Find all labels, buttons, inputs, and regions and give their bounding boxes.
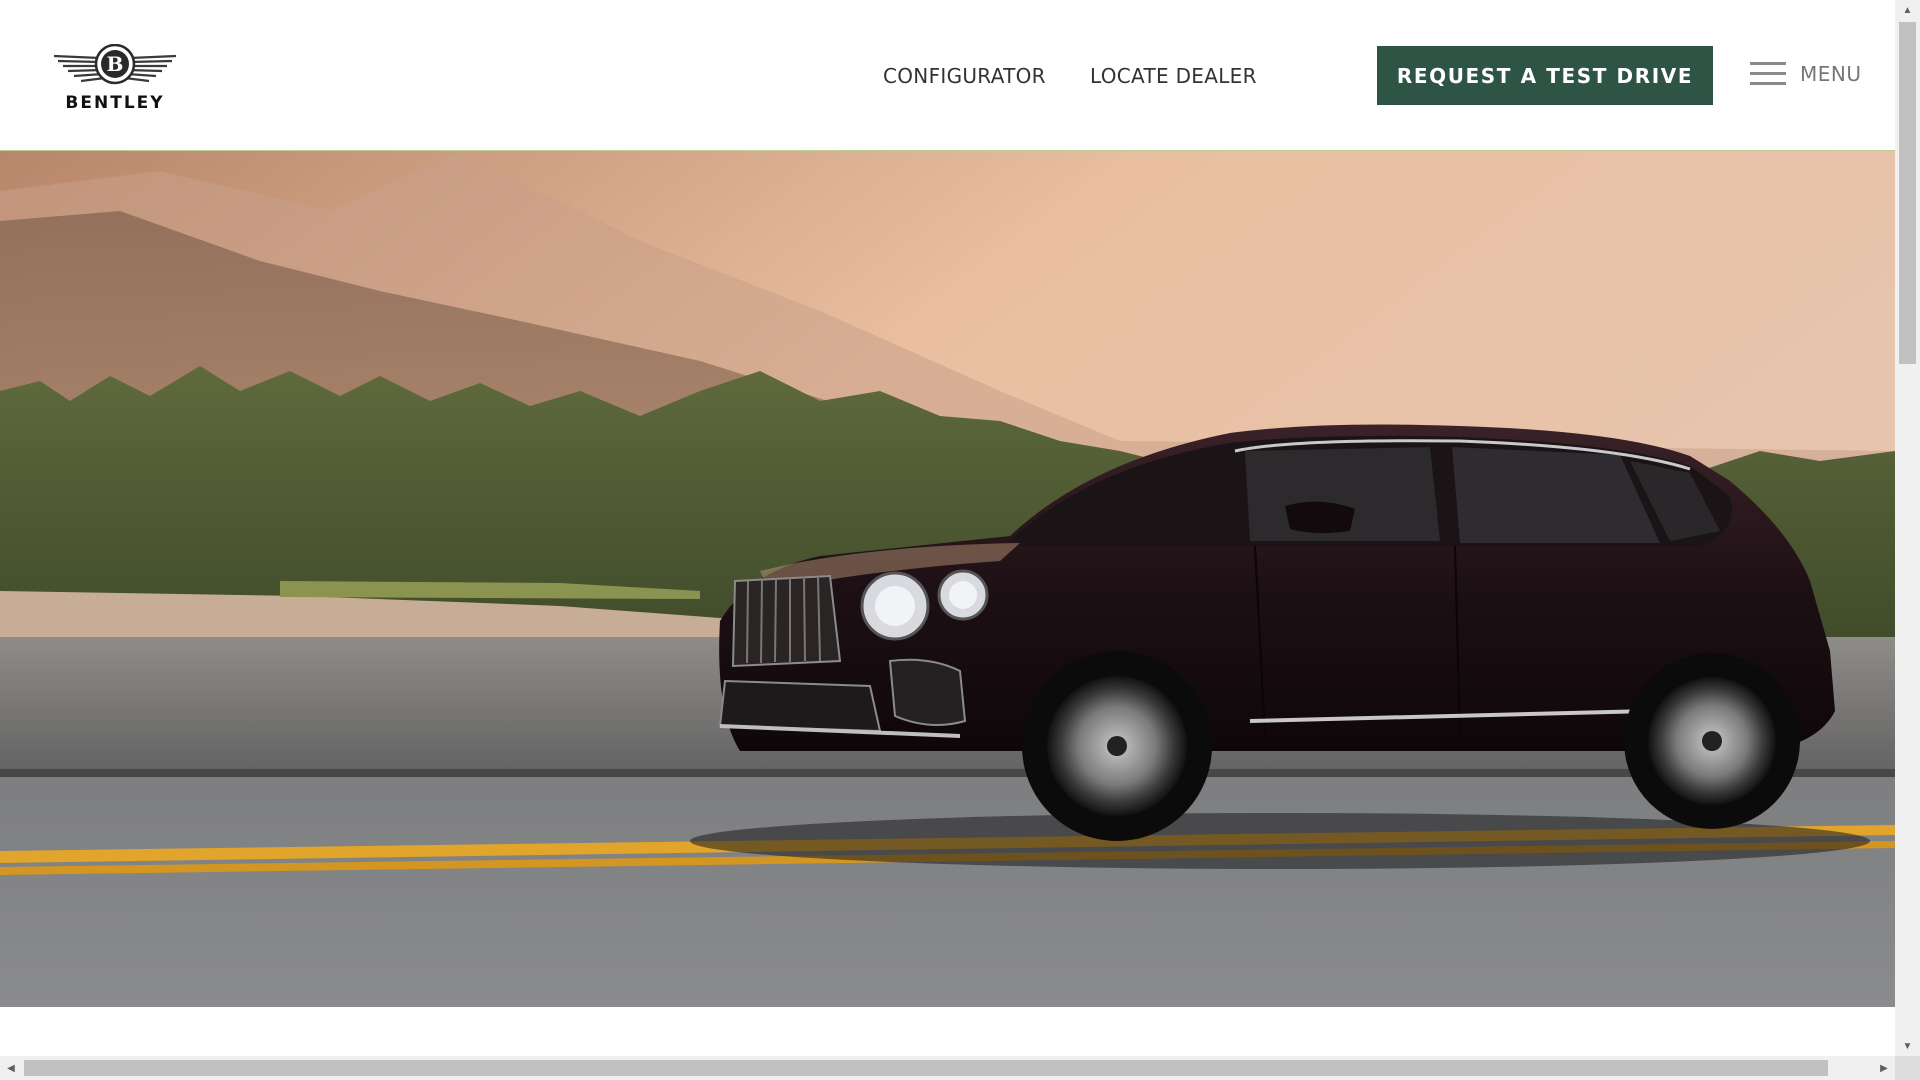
menu-label: MENU	[1800, 62, 1862, 86]
nav-locate-dealer-link[interactable]: LOCATE DEALER	[1090, 64, 1257, 88]
scroll-down-arrow-icon[interactable]: ▼	[1895, 1036, 1920, 1056]
page-viewport: B BENTLEY CONFIGURATOR LOCATE DEALER REQ…	[0, 0, 1895, 1056]
hero-image	[0, 151, 1895, 1007]
brand-name: BENTLEY	[65, 93, 165, 113]
site-header: B BENTLEY CONFIGURATOR LOCATE DEALER REQ…	[0, 0, 1895, 151]
vertical-scroll-thumb[interactable]	[1899, 22, 1916, 364]
request-test-drive-button[interactable]: REQUEST A TEST DRIVE	[1377, 46, 1713, 105]
nav-configurator-link[interactable]: CONFIGURATOR	[883, 64, 1046, 88]
vertical-scrollbar[interactable]: ▲ ▼	[1895, 0, 1920, 1056]
scroll-right-arrow-icon[interactable]: ▶	[1873, 1056, 1895, 1080]
scroll-left-arrow-icon[interactable]: ◀	[0, 1056, 22, 1080]
request-test-drive-label: REQUEST A TEST DRIVE	[1396, 63, 1694, 88]
horizontal-scrollbar[interactable]: ◀ ▶	[0, 1056, 1895, 1080]
horizontal-scroll-thumb[interactable]	[24, 1060, 1828, 1076]
svg-text:B: B	[107, 52, 124, 76]
bentley-logo[interactable]: B BENTLEY	[50, 44, 180, 116]
menu-button[interactable]: MENU	[1750, 58, 1870, 90]
scrollbar-corner	[1895, 1056, 1920, 1080]
hero-car-illustration	[0, 151, 1895, 1007]
scroll-up-arrow-icon[interactable]: ▲	[1895, 0, 1920, 20]
winged-b-icon: B	[53, 44, 177, 85]
hamburger-icon	[1750, 62, 1786, 86]
